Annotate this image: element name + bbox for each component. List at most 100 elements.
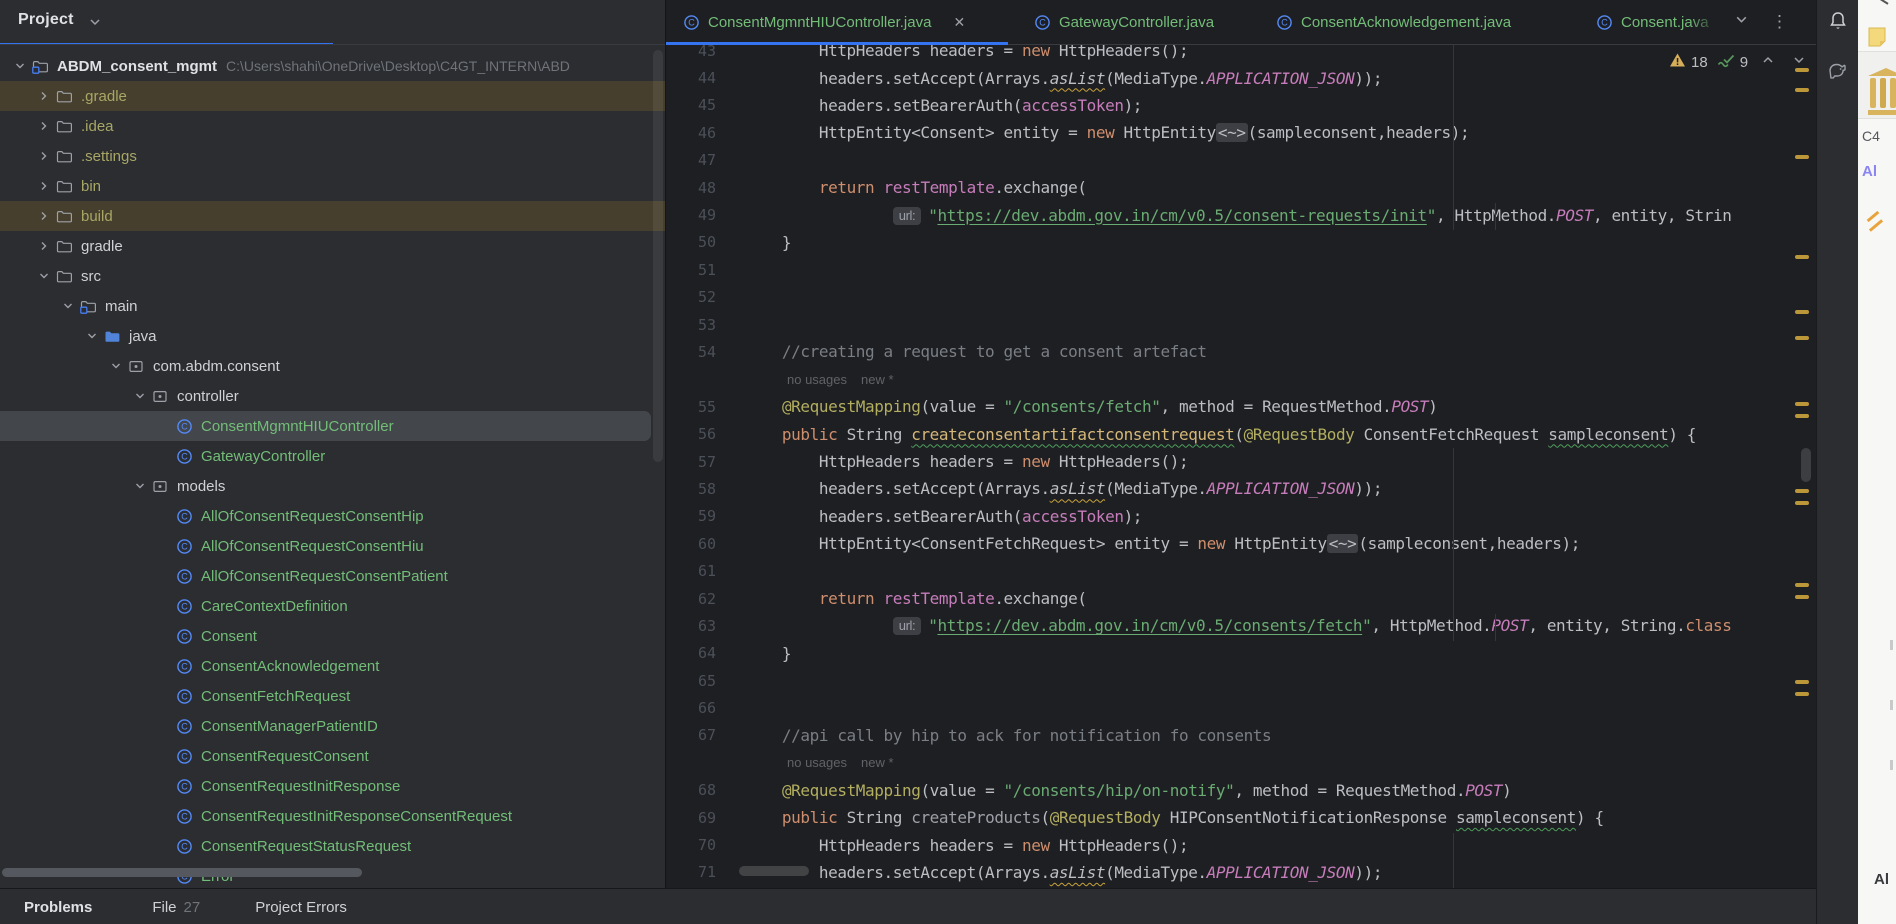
chevron-down-icon[interactable] <box>130 386 150 406</box>
code-line-59[interactable]: 59 headers.setBearerAuth(accessToken); <box>666 503 1795 530</box>
tab-gatewaycontroller-java[interactable]: CGatewayController.java <box>1008 0 1256 44</box>
tree-item-com-abdm-consent[interactable]: com.abdm.consent <box>0 351 665 381</box>
tree-item-consentrequestinitresponse[interactable]: CConsentRequestInitResponse <box>0 771 665 801</box>
warning-stripe-marker[interactable] <box>1795 595 1809 599</box>
tree-item-gradle[interactable]: gradle <box>0 231 665 261</box>
tab-list-chevron-down-icon[interactable] <box>1734 12 1749 32</box>
tree-item-consentrequestinitresponseconsentrequest[interactable]: CConsentRequestInitResponseConsentReques… <box>0 801 665 831</box>
tab-consentmgmnthiucontroller-java[interactable]: CConsentMgmntHIUController.java✕ <box>666 0 1008 44</box>
warning-stripe-marker[interactable] <box>1795 155 1809 159</box>
chevron-down-icon[interactable] <box>106 356 126 376</box>
tree-item-consentmanagerpatientid[interactable]: CConsentManagerPatientID <box>0 711 665 741</box>
tree-item-allofconsentrequestconsentpatient[interactable]: CAllOfConsentRequestConsentPatient <box>0 561 665 591</box>
warning-stripe-marker[interactable] <box>1795 255 1809 259</box>
problems-tab-project-errors[interactable]: Project Errors <box>255 899 347 916</box>
code-line-44[interactable]: 44 headers.setAccept(Arrays.asList(Media… <box>666 64 1795 91</box>
chevron-down-icon[interactable] <box>82 326 102 346</box>
code-vision-inlay[interactable]: no usages new * <box>666 366 1795 393</box>
tree-item-consentmgmnthiucontroller[interactable]: CConsentMgmntHIUController <box>0 411 665 441</box>
tree-item-main[interactable]: main <box>0 291 665 321</box>
sliver-link-text[interactable]: Al <box>1862 163 1877 180</box>
usages-hint[interactable]: no usages <box>787 372 847 387</box>
chevron-down-icon[interactable] <box>34 266 54 286</box>
tab-consent-java[interactable]: CConsent.java <box>1556 0 1719 44</box>
warning-stripe-marker[interactable] <box>1795 501 1809 505</box>
warning-stripe-marker[interactable] <box>1795 692 1809 696</box>
chevron-right-icon[interactable] <box>34 176 54 196</box>
tree-item-build[interactable]: build <box>0 201 665 231</box>
code-line-47[interactable]: 47 <box>666 147 1795 174</box>
code-line-69[interactable]: 69 public String createProducts(@Request… <box>666 804 1795 831</box>
chevron-right-icon[interactable] <box>34 146 54 166</box>
code-line-70[interactable]: 70 HttpHeaders headers = new HttpHeaders… <box>666 831 1795 858</box>
code-viewport[interactable]: 43 HttpHeaders headers = new HttpHeaders… <box>666 44 1795 888</box>
tree-item-bin[interactable]: bin <box>0 171 665 201</box>
tree-item-carecontextdefinition[interactable]: CCareContextDefinition <box>0 591 665 621</box>
author-hint[interactable]: new * <box>861 372 894 387</box>
chevron-down-icon[interactable] <box>130 476 150 496</box>
tab-options-kebab-icon[interactable]: ⋮ <box>1771 12 1788 32</box>
tree-item-consentrequestconsent[interactable]: CConsentRequestConsent <box>0 741 665 771</box>
warning-stripe-marker[interactable] <box>1795 88 1809 92</box>
code-line-67[interactable]: 67 //api call by hip to ack for notifica… <box>666 722 1795 749</box>
code-line-56[interactable]: 56 public String createconsentartifactco… <box>666 420 1795 447</box>
tree-item-allofconsentrequestconsenthip[interactable]: CAllOfConsentRequestConsentHip <box>0 501 665 531</box>
tree-item--idea[interactable]: .idea <box>0 111 665 141</box>
code-vision-inlay[interactable]: no usages new * <box>666 749 1795 776</box>
chevron-down-icon[interactable] <box>88 15 102 34</box>
gradle-elephant-icon[interactable] <box>1825 59 1851 85</box>
tree-item-consentrequeststatusrequest[interactable]: CConsentRequestStatusRequest <box>0 831 665 861</box>
chevron-down-icon[interactable] <box>10 56 30 76</box>
chevron-down-icon[interactable] <box>58 296 78 316</box>
code-line-71[interactable]: 71 headers.setAccept(Arrays.asList(Media… <box>666 859 1795 886</box>
code-line-43[interactable]: 43 HttpHeaders headers = new HttpHeaders… <box>666 44 1795 64</box>
code-line-60[interactable]: 60 HttpEntity<ConsentFetchRequest> entit… <box>666 530 1795 557</box>
project-tree-vertical-scrollbar[interactable] <box>653 50 663 462</box>
code-line-52[interactable]: 52 <box>666 284 1795 311</box>
code-line-57[interactable]: 57 HttpHeaders headers = new HttpHeaders… <box>666 448 1795 475</box>
code-line-55[interactable]: 55 @RequestMapping(value = "/consents/fe… <box>666 393 1795 420</box>
warning-stripe-marker[interactable] <box>1795 489 1809 493</box>
problems-title[interactable]: Problems <box>24 899 92 916</box>
chevron-right-icon[interactable] <box>34 86 54 106</box>
tree-item-consentfetchrequest[interactable]: CConsentFetchRequest <box>0 681 665 711</box>
code-line-45[interactable]: 45 headers.setBearerAuth(accessToken); <box>666 92 1795 119</box>
code-line-50[interactable]: 50 } <box>666 229 1795 256</box>
code-line-65[interactable]: 65 <box>666 667 1795 694</box>
author-hint[interactable]: new * <box>861 755 894 770</box>
notifications-bell-icon[interactable] <box>1825 8 1851 34</box>
tree-item-abdm-consent-mgmt[interactable]: ABDM_consent_mgmtC:\Users\shahi\OneDrive… <box>0 51 665 81</box>
code-line-48[interactable]: 48 return restTemplate.exchange( <box>666 174 1795 201</box>
tree-item-consent[interactable]: CConsent <box>0 621 665 651</box>
close-icon[interactable]: ✕ <box>953 15 965 29</box>
tree-item-consentacknowledgement[interactable]: CConsentAcknowledgement <box>0 651 665 681</box>
code-line-64[interactable]: 64 } <box>666 640 1795 667</box>
tree-item-java[interactable]: java <box>0 321 665 351</box>
warning-stripe-marker[interactable] <box>1795 336 1809 340</box>
code-line-68[interactable]: 68 @RequestMapping(value = "/consents/hi… <box>666 777 1795 804</box>
problems-tab-file[interactable]: File <box>152 899 176 916</box>
tree-item--gradle[interactable]: .gradle <box>0 81 665 111</box>
tree-item-gatewaycontroller[interactable]: CGatewayController <box>0 441 665 471</box>
project-panel-header[interactable]: Project <box>0 0 665 44</box>
editor-vertical-scrollbar[interactable] <box>1801 448 1811 482</box>
tree-item--settings[interactable]: .settings <box>0 141 665 171</box>
next-issue-chevron-down-icon[interactable] <box>1792 53 1806 71</box>
chevron-right-icon[interactable] <box>34 116 54 136</box>
code-line-49[interactable]: 49 url:"https://dev.abdm.gov.in/cm/v0.5/… <box>666 201 1795 228</box>
usages-hint[interactable]: no usages <box>787 755 847 770</box>
project-tree-horizontal-scrollbar[interactable] <box>2 868 362 877</box>
code-line-58[interactable]: 58 headers.setAccept(Arrays.asList(Media… <box>666 475 1795 502</box>
warning-stripe-marker[interactable] <box>1795 680 1809 684</box>
code-line-46[interactable]: 46 HttpEntity<Consent> entity = new Http… <box>666 119 1795 146</box>
tree-item-models[interactable]: models <box>0 471 665 501</box>
tree-item-controller[interactable]: controller <box>0 381 665 411</box>
chevron-right-icon[interactable] <box>34 206 54 226</box>
code-line-51[interactable]: 51 <box>666 256 1795 283</box>
code-line-66[interactable]: 66 <box>666 694 1795 721</box>
warning-stripe-marker[interactable] <box>1795 583 1809 587</box>
editor-horizontal-scrollbar[interactable] <box>739 866 809 876</box>
tree-item-src[interactable]: src <box>0 261 665 291</box>
code-line-53[interactable]: 53 <box>666 311 1795 338</box>
code-line-54[interactable]: 54 //creating a request to get a consent… <box>666 338 1795 365</box>
